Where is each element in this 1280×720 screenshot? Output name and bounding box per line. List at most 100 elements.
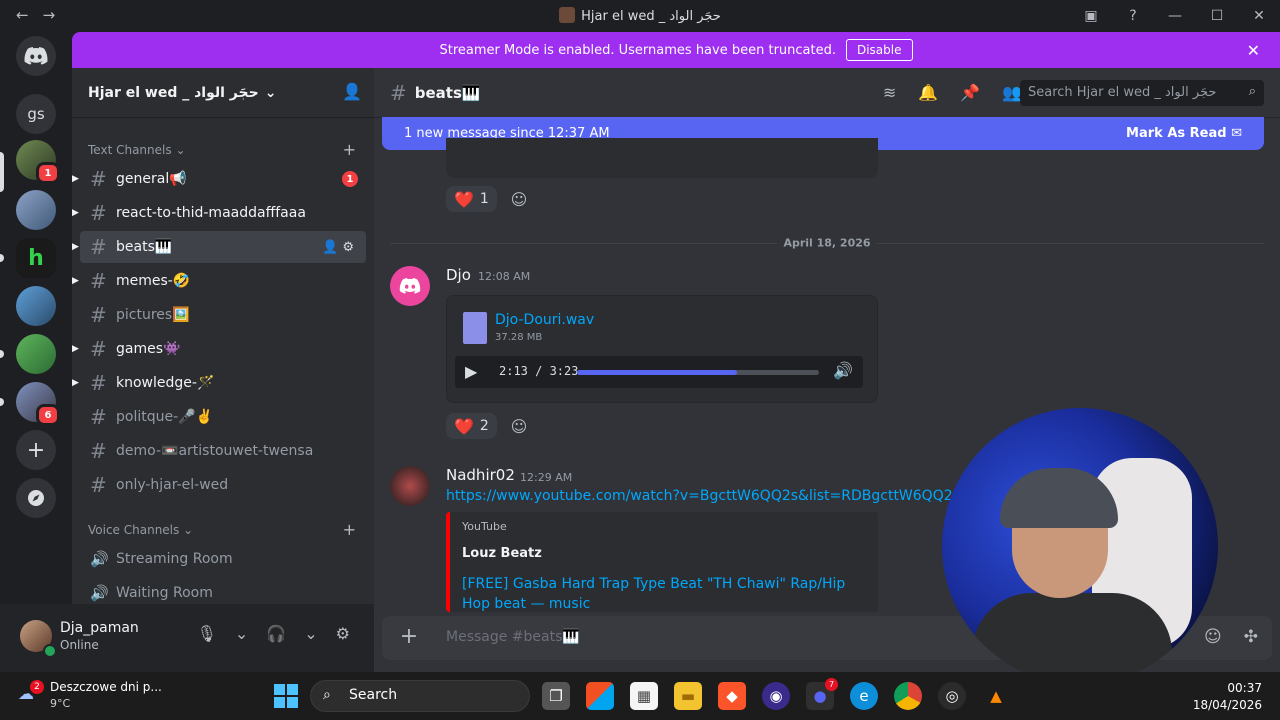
invite-people-icon[interactable]: 👤	[342, 82, 362, 101]
windows-start-icon[interactable]	[274, 684, 298, 708]
channel-sidebar: Hjar el wed _ حجَر الواد ⌄ 👤 Text Channe…	[72, 68, 374, 604]
add-reaction-icon[interactable]: ☺	[506, 413, 532, 439]
store-icon[interactable]	[586, 682, 614, 710]
volume-icon[interactable]: 🔊	[833, 361, 853, 380]
task-view-icon[interactable]: ❐	[542, 682, 570, 710]
calendar-app-icon[interactable]: ▦	[630, 682, 658, 710]
channel-only-hjar[interactable]: # only-hjar-el-wed	[80, 469, 366, 501]
server-icon	[559, 7, 576, 23]
vlc-icon[interactable]: ▲	[982, 682, 1010, 710]
voice-channel-streaming[interactable]: 🔊 Streaming Room	[80, 543, 366, 575]
chrome-browser-icon[interactable]	[894, 682, 922, 710]
reaction-heart[interactable]: ❤️ 2	[446, 413, 497, 439]
edge-browser-icon[interactable]: e	[850, 682, 878, 710]
weather-badge: 2	[30, 680, 44, 694]
channel-general[interactable]: ▶ # general📢 1	[72, 163, 366, 195]
channel-politque[interactable]: # politque-🎤✌️	[80, 401, 366, 433]
chevron-down-icon[interactable]: ⌄	[235, 624, 248, 643]
bell-icon[interactable]: 🔔	[918, 83, 938, 102]
mark-as-read-button[interactable]: Mark As Read ✉	[1126, 126, 1242, 141]
chevron-down-icon: ⌄	[183, 523, 194, 537]
attach-plus-icon[interactable]: +	[396, 624, 422, 650]
voice-channel-waiting[interactable]: 🔊 Waiting Room	[80, 577, 366, 604]
channel-actions: 👤⚙	[322, 240, 358, 255]
discord-taskbar-icon[interactable]: ● 7	[806, 678, 838, 710]
pin-icon[interactable]: 📌	[960, 83, 980, 102]
speaker-icon: 🔊	[90, 584, 109, 602]
channel-memes[interactable]: ▶ # memes-🤣	[72, 265, 366, 297]
add-member-icon[interactable]: 👤	[322, 240, 342, 255]
category-voice-channels[interactable]: Voice Channels ⌄	[88, 523, 193, 537]
taskbar-search[interactable]: ⌕ Search	[310, 680, 530, 712]
progress-slider[interactable]	[577, 370, 819, 375]
server-header[interactable]: Hjar el wed _ حجَر الواد ⌄ 👤	[72, 68, 374, 118]
channel-react[interactable]: ▶ # react-to-thid-maaddafffaaa	[72, 197, 366, 229]
message-input[interactable]: Message #beats🎹	[446, 629, 580, 645]
channel-games[interactable]: ▶ # games👾	[72, 333, 366, 365]
close-icon[interactable]: ✕	[1247, 41, 1260, 60]
audio-attachment: Djo-Douri.wav 37.28 MB ▶ 2:13 / 3:23 🔊	[446, 295, 878, 403]
youtube-link[interactable]: https://www.youtube.com/watch?v=BgcttW6Q…	[446, 488, 971, 504]
window-title-bar: ← → Hjar el wed _ حجَر الواد ▣ ? — ☐ ✕	[0, 0, 1280, 32]
avatar[interactable]	[390, 466, 430, 506]
gear-icon[interactable]: ⚙	[336, 624, 350, 643]
server-avatar-3[interactable]: h	[16, 238, 56, 278]
threads-icon[interactable]: ≋	[883, 83, 896, 102]
message-author[interactable]: Nadhir02	[446, 466, 515, 484]
embed-author[interactable]: Louz Beatz	[462, 546, 542, 561]
category-text-channels[interactable]: Text Channels ⌄	[88, 143, 186, 157]
server-avatar-2[interactable]	[16, 190, 56, 230]
create-channel-icon[interactable]: +	[343, 140, 356, 159]
server-avatar-1[interactable]: 1	[16, 140, 60, 184]
create-channel-icon[interactable]: +	[343, 520, 356, 539]
channel-pictures[interactable]: # pictures🖼️	[80, 299, 366, 331]
message-author[interactable]: Djo	[446, 266, 471, 284]
chevron-down-icon[interactable]: ⌄	[304, 624, 317, 643]
add-server-button[interactable]: +	[16, 430, 56, 470]
emoji-icon[interactable]: ☺	[1204, 627, 1222, 647]
previous-attachment	[446, 138, 878, 178]
server-gs[interactable]: gs	[16, 94, 56, 134]
minimize-button[interactable]: —	[1154, 8, 1196, 24]
online-status-icon	[43, 644, 57, 658]
avatar[interactable]	[390, 266, 430, 306]
hash-icon: #	[90, 303, 107, 327]
server-avatar-6[interactable]: 6	[16, 382, 60, 426]
hash-icon: #	[90, 439, 107, 463]
server-avatar-4[interactable]	[16, 286, 56, 326]
search-input[interactable]: Search Hjar el wed _ حجَر الواد ⌕	[1020, 80, 1264, 106]
apps-icon[interactable]: ✣	[1244, 627, 1258, 647]
app-circle-icon[interactable]: ◉	[762, 682, 790, 710]
embed-provider[interactable]: YouTube	[462, 520, 507, 533]
file-explorer-icon[interactable]: ▬	[674, 682, 702, 710]
username[interactable]: Dja_paman	[60, 620, 139, 636]
close-window-button[interactable]: ✕	[1238, 8, 1280, 24]
webcam-overlay	[942, 408, 1218, 684]
embed-title[interactable]: [FREE] Gasba Hard Trap Type Beat "TH Cha…	[462, 574, 872, 612]
discord-home-icon[interactable]	[16, 36, 56, 76]
microphone-icon[interactable]: 🎙	[197, 624, 217, 643]
inbox-icon[interactable]: ▣	[1070, 8, 1112, 24]
reaction-heart[interactable]: ❤️ 1	[446, 186, 497, 212]
chevron-down-icon: ⌄	[264, 84, 277, 101]
hash-icon: #	[90, 201, 107, 225]
server-avatar-5[interactable]	[16, 334, 56, 374]
letter-logo-icon: h	[28, 245, 44, 271]
disable-button[interactable]: Disable	[845, 39, 913, 61]
channel-knowledge[interactable]: ▶ # knowledge-🪄	[72, 367, 366, 399]
discover-button[interactable]	[16, 478, 56, 518]
maximize-button[interactable]: ☐	[1196, 8, 1238, 24]
member-list-icon[interactable]: 👥	[1002, 83, 1022, 102]
gear-icon[interactable]: ⚙	[342, 240, 358, 255]
headphones-icon[interactable]: 🎧	[266, 624, 286, 643]
unread-indicator	[0, 398, 4, 406]
play-icon[interactable]: ▶	[465, 362, 477, 381]
channel-beats[interactable]: ▶ # beats🎹 👤⚙	[72, 231, 366, 263]
file-name-link[interactable]: Djo-Douri.wav	[495, 312, 594, 328]
obs-icon[interactable]: ◎	[938, 682, 966, 710]
channel-demo[interactable]: # demo-📼artistouwet-twensa	[80, 435, 366, 467]
brave-browser-icon[interactable]: ◆	[718, 682, 746, 710]
help-icon[interactable]: ?	[1112, 8, 1154, 24]
system-clock[interactable]: 00:37 18/04/2026	[1193, 680, 1262, 714]
add-reaction-icon[interactable]: ☺	[506, 186, 532, 212]
